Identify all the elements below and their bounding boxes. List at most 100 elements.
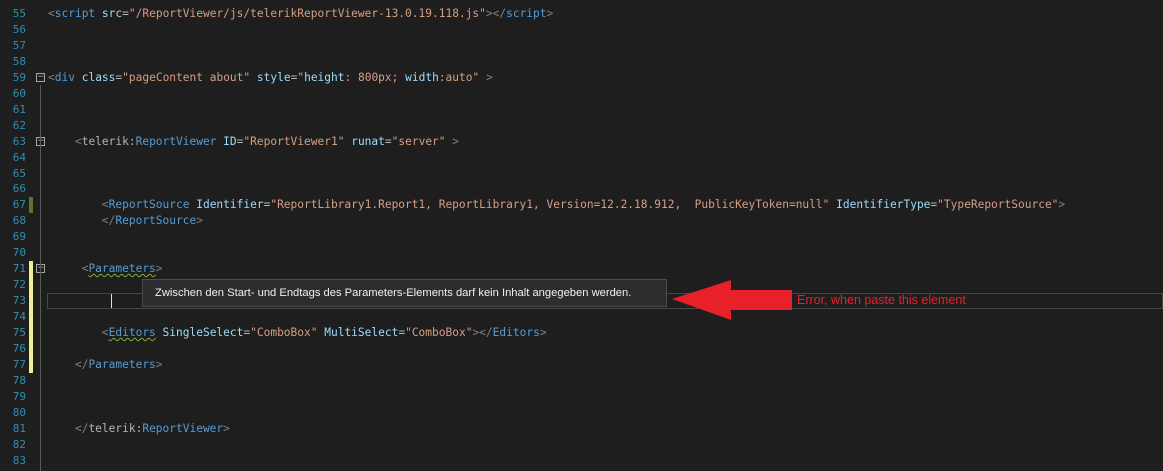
line-number: 73 [12, 294, 26, 308]
code-token: "TypeReportSource" [937, 198, 1059, 212]
code-line[interactable]: 61 [0, 102, 1163, 118]
code-token: SingleSelect [162, 326, 244, 339]
code-line[interactable]: 55 <script src="/ReportViewer/js/telerikR… [0, 6, 1163, 22]
code-line[interactable]: 60 [0, 86, 1163, 102]
line-number: 68 [12, 214, 26, 228]
code-line[interactable]: 83 [0, 453, 1163, 469]
code-token: "server" [391, 134, 446, 148]
code-token: Editors [108, 326, 156, 339]
code-token: div [54, 70, 75, 84]
code-token: telerik: [88, 421, 143, 435]
code-token: > [155, 262, 163, 276]
code-line[interactable]: 69 [0, 229, 1163, 245]
code-token: "ComboBox" [250, 326, 318, 339]
code-token: class [81, 70, 116, 84]
line-code[interactable]: </Parameters> [48, 357, 163, 373]
code-token: < [48, 70, 55, 84]
code-token: ></ [472, 326, 493, 339]
code-token: "/ReportViewer/js/telerikReportViewer-13… [128, 7, 486, 20]
line-code[interactable]: <Editors SingleSelect="ComboBox" MultiSe… [48, 325, 547, 341]
arrow-shape [672, 280, 792, 320]
change-bar-unsaved [29, 261, 33, 373]
code-token: "ComboBox" [405, 326, 473, 339]
code-token: > [1058, 198, 1066, 212]
code-line[interactable]: 68 </ReportSource> [0, 213, 1163, 229]
line-code[interactable]: <ReportSource Identifier="ReportLibrary1… [48, 197, 1065, 213]
code-line[interactable]: 80 [0, 405, 1163, 421]
line-code[interactable]: <telerik:ReportViewer ID = "ReportViewer1"… [48, 134, 459, 150]
code-token: > [539, 326, 547, 339]
code-token: MultiSelect [324, 326, 399, 339]
code-line[interactable]: 63− <telerik:ReportViewer ID="ReportView… [0, 134, 1163, 150]
error-tooltip: Zwischen den Start- und Endtags des Para… [142, 279, 667, 307]
line-code[interactable]: </telerik:ReportViewer> [48, 421, 230, 437]
code-token: < [48, 7, 55, 20]
code-line[interactable]: 66 [0, 181, 1163, 197]
line-number: 65 [12, 166, 26, 180]
code-token: ReportViewer [142, 421, 224, 435]
code-token: script [506, 7, 547, 20]
line-number: 63 [12, 134, 26, 148]
code-line[interactable]: 70 [0, 245, 1163, 261]
code-token: </ [74, 357, 89, 371]
line-code[interactable]: <div class="pageContent about" style="he… [48, 70, 493, 86]
code-line[interactable]: 71− <Parameters> [0, 261, 1163, 277]
code-token: </ [74, 421, 89, 435]
code-token: > [546, 7, 554, 20]
code-line[interactable]: 56 [0, 22, 1163, 38]
line-number: 74 [12, 310, 26, 324]
code-line[interactable]: 75 <Editors SingleSelect="ComboBox" Mult… [0, 325, 1163, 341]
code-token: "pageContent about" [122, 70, 251, 84]
code-line[interactable]: 64 [0, 150, 1163, 166]
code-token: height [304, 70, 345, 84]
error-annotation: Error, when paste this element [797, 293, 966, 307]
code-token: style [256, 70, 291, 84]
code-line[interactable]: 58 [0, 54, 1163, 70]
code-token: width [405, 70, 439, 84]
code-token: > [223, 421, 230, 435]
line-number: 77 [12, 357, 26, 371]
collapse-icon[interactable]: − [36, 72, 45, 82]
code-editor[interactable]: 55 <script src="/ReportViewer/js/telerikR… [0, 0, 1163, 471]
code-token: </ [101, 214, 116, 228]
line-number: 80 [12, 405, 26, 419]
code-line[interactable]: 76 [0, 341, 1163, 357]
code-token: Editors [492, 326, 540, 339]
code-line[interactable]: 59− <div class="pageContent about" style=… [0, 70, 1163, 86]
code-line[interactable]: 82 [0, 437, 1163, 453]
code-token: telerik: [81, 134, 136, 148]
line-number: 75 [12, 326, 26, 339]
code-line[interactable]: 67 <ReportSource Identifier="ReportLibra… [0, 197, 1163, 213]
code-line[interactable]: 81 </telerik:ReportViewer> [0, 421, 1163, 437]
code-token: = [384, 134, 392, 148]
code-line[interactable]: 77 </Parameters> [0, 357, 1163, 373]
code-line[interactable]: 65 [0, 166, 1163, 182]
code-token: > [155, 357, 163, 371]
line-code[interactable]: <script src="/ReportViewer/js/telerikRep… [48, 6, 553, 22]
code-line[interactable]: 79 [0, 389, 1163, 405]
code-line[interactable]: 74 [0, 309, 1163, 325]
line-code[interactable]: <Parameters> [48, 261, 163, 277]
code-line[interactable]: 62 [0, 118, 1163, 134]
line-number: 70 [12, 246, 26, 260]
line-number: 57 [12, 38, 26, 52]
line-number: 60 [12, 86, 26, 100]
text-caret [111, 294, 112, 308]
code-token: : 800px; [344, 70, 406, 84]
code-token: "ReportViewer1" [243, 134, 345, 148]
line-number: 66 [12, 182, 26, 196]
line-code[interactable]: </ReportSource> [48, 213, 203, 229]
code-token: Identifier [196, 198, 264, 212]
fold-guide-div [40, 85, 41, 471]
change-bar-saved [29, 197, 33, 213]
code-line[interactable]: 57 [0, 38, 1163, 54]
code-line[interactable]: 78 [0, 373, 1163, 389]
line-number: 78 [12, 373, 26, 387]
